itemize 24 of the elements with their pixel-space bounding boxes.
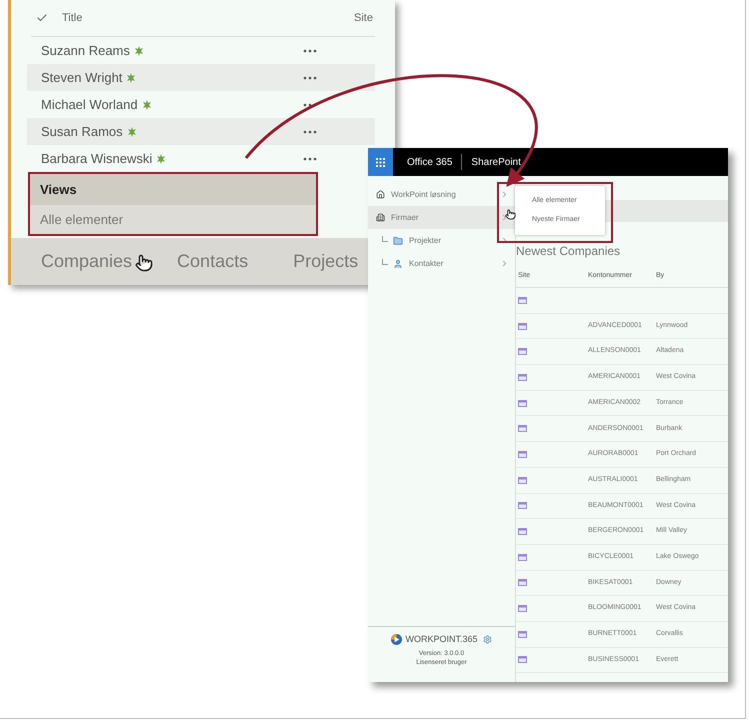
person-name[interactable]: Suzann Reams bbox=[41, 40, 130, 60]
person-name[interactable]: Steven Wright bbox=[41, 68, 122, 88]
person-name[interactable]: Michael Worland bbox=[41, 94, 138, 114]
tab[interactable]: Companies bbox=[41, 248, 132, 275]
app-title[interactable]: Office 365 bbox=[407, 154, 452, 170]
tab[interactable]: Contacts bbox=[177, 248, 248, 275]
tab[interactable]: Projects bbox=[293, 248, 358, 275]
nav-label[interactable]: WorkPoint løsning bbox=[391, 188, 456, 200]
brand-name: WORKPOINT.365 bbox=[405, 633, 478, 646]
menu-header: Views bbox=[30, 174, 316, 205]
column-header[interactable]: Site bbox=[354, 10, 373, 26]
nav-label[interactable]: Firmaer bbox=[391, 212, 419, 224]
column-header[interactable]: Title bbox=[62, 10, 82, 26]
nav-label[interactable]: Projekter bbox=[409, 234, 442, 246]
nav-label[interactable]: Kontakter bbox=[409, 258, 444, 270]
page-heading: Newest Companies bbox=[516, 243, 622, 260]
nav-item[interactable]: Firmaer bbox=[368, 206, 515, 229]
person-name[interactable]: Barbara Wisnewski bbox=[41, 148, 152, 168]
person-name[interactable]: Susan Ramos bbox=[41, 122, 123, 142]
nav-item[interactable]: Kontakter bbox=[368, 252, 515, 275]
site-title[interactable]: SharePoint bbox=[471, 154, 521, 170]
menu-item[interactable]: Alle elementer bbox=[30, 205, 316, 234]
nav-item[interactable]: Projekter bbox=[368, 229, 515, 252]
nav-item[interactable]: WorkPoint løsning bbox=[368, 183, 515, 206]
